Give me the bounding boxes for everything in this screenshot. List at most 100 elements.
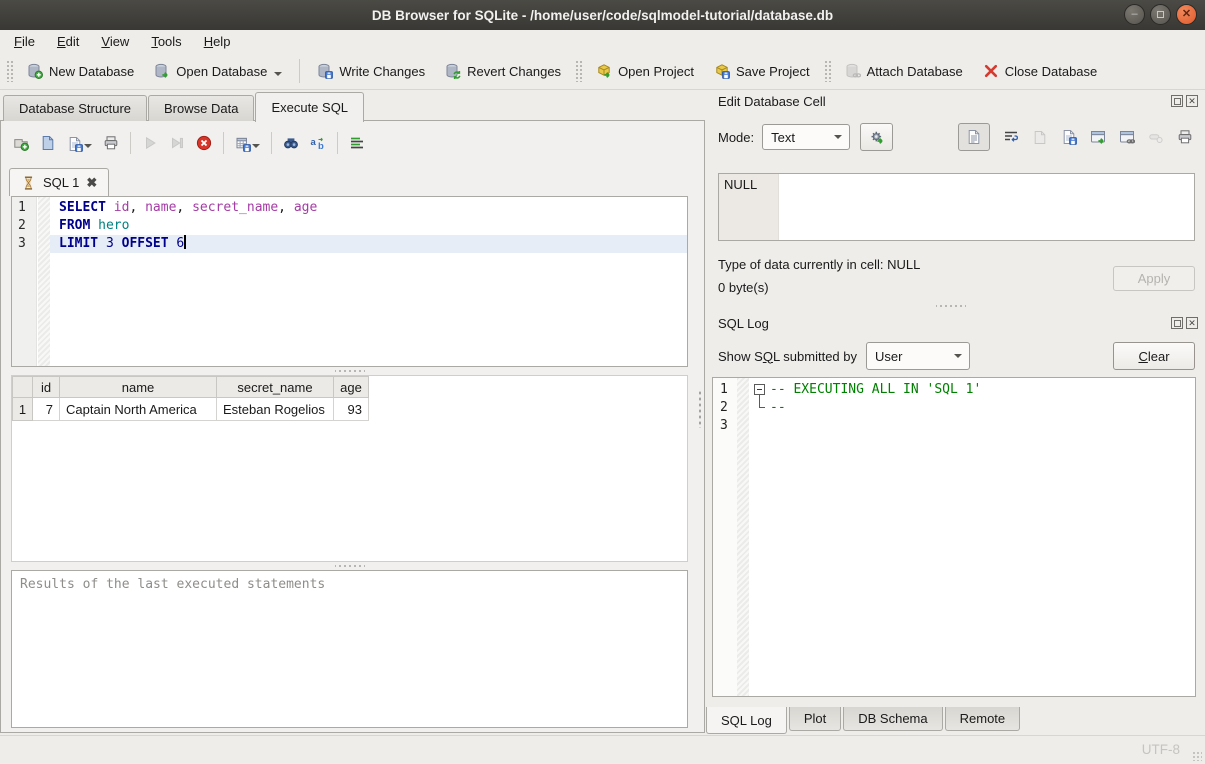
attach-database-button: Attach Database [835,58,973,84]
column-header-name[interactable]: name [60,377,217,398]
link-cell-button[interactable] [1119,129,1135,145]
tab-database-structure[interactable]: Database Structure [3,95,147,121]
fold-marker-icon[interactable] [754,399,768,417]
open-project-button[interactable]: Open Project [586,58,704,84]
save-sql-file-icon [67,136,83,152]
resize-grip-icon[interactable] [1192,751,1202,761]
sql-log-editor[interactable]: 1-- EXECUTING ALL IN 'SQL 1'2--3 [712,377,1196,697]
table-cell[interactable]: 93 [334,398,369,421]
word-wrap-button[interactable] [1003,129,1019,145]
close-window-icon[interactable]: ✕ [1176,4,1197,25]
content-area: Database StructureBrowse DataExecute SQL… [0,90,1205,735]
tab-execute-sql[interactable]: Execute SQL [255,92,364,122]
column-header-id[interactable]: id [33,377,60,398]
menu-edit[interactable]: Edit [46,32,90,51]
menu-view[interactable]: View [90,32,140,51]
cell-editor-toolbar [958,123,1197,151]
main-toolbar: New DatabaseOpen Database Write Changes Re… [0,53,1205,90]
cell-editor[interactable]: NULL [718,173,1195,241]
column-header-age[interactable]: age [334,377,369,398]
export-cell-button[interactable] [1090,129,1106,145]
tab-db-schema[interactable]: DB Schema [843,707,942,731]
splitter-handle-icon [335,369,365,373]
minimize-window-icon[interactable]: – [1124,4,1145,25]
log-line: 2-- [713,399,1195,417]
results-table[interactable]: idnamesecret_nameage17Captain North Amer… [12,376,369,421]
set-null-icon [1148,129,1164,145]
splitter-editor-results[interactable] [11,367,688,375]
table-cell[interactable]: Esteban Rogelios [217,398,334,421]
auto-format-button[interactable]: ab [310,135,326,151]
new-sql-tab-button[interactable] [13,135,29,151]
close-database-button[interactable]: Close Database [973,58,1108,84]
close-tab-icon[interactable]: ✖ [86,175,97,191]
new-database-button[interactable]: New Database [17,58,144,84]
splitter-results-message[interactable] [11,562,688,570]
execution-message-area[interactable]: Results of the last executed statements [11,570,688,728]
table-cell[interactable]: Captain North America [60,398,217,421]
save-results-button[interactable] [235,135,260,152]
menu-file[interactable]: File [3,32,46,51]
menu-help[interactable]: Help [193,32,242,51]
edit-cell-dock-header: Edit Database Cell [718,92,1198,110]
sql-code: 1SELECT id, name, secret_name, age2FROM … [12,199,687,253]
save-project-button[interactable]: Save Project [704,58,820,84]
bottom-tab-bar: SQL LogPlotDB SchemaRemote [706,707,1020,735]
table-cell[interactable]: 7 [33,398,60,421]
chevron-down-icon [954,354,962,362]
menubar: FileEditViewToolsHelp [0,30,1205,53]
toolbar-button-label: Close Database [1005,64,1098,79]
tab-plot[interactable]: Plot [789,707,841,731]
revert-changes-button[interactable]: Revert Changes [435,58,571,84]
menu-tools[interactable]: Tools [140,32,192,51]
save-as-text-icon [1061,129,1077,145]
table-row[interactable]: 17Captain North AmericaEsteban Rogelios9… [13,398,369,421]
format-lines-button[interactable] [349,135,365,151]
auto-format-icon: ab [310,135,326,151]
chevron-down-icon [834,135,842,143]
encoding-indicator[interactable]: UTF-8 [1142,742,1180,757]
toolbar-button-label: Attach Database [867,64,963,79]
clear-button[interactable]: Clear [1113,342,1195,370]
mode-label: Mode: [718,130,754,145]
print-button[interactable] [1177,129,1193,145]
write-changes-button[interactable]: Write Changes [307,58,435,84]
tab-sql-log[interactable]: SQL Log [706,707,787,734]
mode-select[interactable]: Text [762,124,850,150]
toolbar-button-label: Save Project [736,64,810,79]
corner-header-cell[interactable] [13,377,33,398]
splitter-left-right[interactable] [698,390,702,428]
open-sql-file-button[interactable] [40,135,56,151]
svg-text:a: a [311,137,317,148]
sql-doc-tab[interactable]: SQL 1 ✖ [9,168,109,196]
apply-button[interactable]: Apply [1113,266,1195,291]
auto-apply-button[interactable] [860,123,893,151]
close-dock-icon[interactable] [1186,317,1198,329]
tab-browse-data[interactable]: Browse Data [148,95,254,121]
edit-cell-title: Edit Database Cell [718,94,826,109]
close-dock-icon[interactable] [1186,95,1198,107]
find-replace-button[interactable] [283,135,299,151]
column-header-secret_name[interactable]: secret_name [217,377,334,398]
stop-button[interactable] [196,135,212,151]
new-sql-tab-icon [13,135,29,151]
cell-type-text: Type of data currently in cell: NULL [718,257,920,272]
maximize-window-icon[interactable] [1150,4,1171,25]
submitter-select[interactable]: User [866,342,970,370]
word-wrap-icon [1003,129,1019,145]
tab-remote[interactable]: Remote [945,707,1021,731]
save-as-text-button[interactable] [1061,129,1077,145]
float-dock-icon[interactable] [1171,95,1183,107]
sql-editor[interactable]: 1SELECT id, name, secret_name, age2FROM … [11,196,688,367]
save-sql-file-button[interactable] [67,135,92,152]
fold-marker-icon[interactable] [754,381,768,399]
chevron-down-icon [274,72,282,80]
splitter-cell-log[interactable] [936,304,966,308]
toolbar-button-label: Revert Changes [467,64,561,79]
titlebar[interactable]: DB Browser for SQLite - /home/user/code/… [0,0,1205,30]
open-database-button[interactable]: Open Database [144,58,292,85]
text-document-button[interactable] [958,123,990,151]
print-button[interactable] [103,135,119,151]
float-dock-icon[interactable] [1171,317,1183,329]
splitter-handle-icon [335,564,365,568]
